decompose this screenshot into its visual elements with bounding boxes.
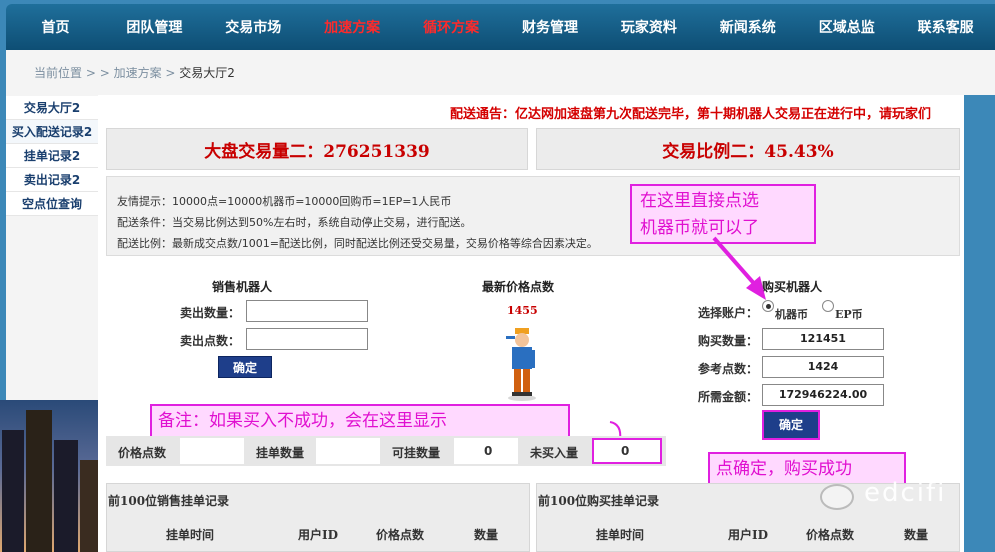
sell-points-input[interactable] xyxy=(246,328,368,350)
buy-col-time: 挂单时间 xyxy=(596,528,645,542)
robot-mascot-icon xyxy=(506,328,536,401)
radio-robot-coin-label: 机器币 xyxy=(775,308,808,321)
callout-note: 备注：如果买入不成功，会在这里显示 xyxy=(150,404,570,438)
pending-qty-cell xyxy=(316,438,380,464)
right-edge-background xyxy=(964,95,995,552)
available-qty-label: 可挂数量 xyxy=(392,446,441,460)
volume-stat: 大盘交易量二：276251339 xyxy=(106,128,528,170)
info-line-2: 配送条件：当交易比例达到50%左右时，系统自动停止交易，进行配送。 xyxy=(117,216,472,229)
amount-label: 所需金额： xyxy=(698,390,759,404)
nav-home[interactable]: 首页 xyxy=(6,17,105,37)
notice-marquee: 配送通告：亿达网加速盘第九次配送完毕，第十期机器人交易正在进行中，请玩家们 xyxy=(450,107,932,122)
account-label: 选择账户： xyxy=(698,306,759,320)
sidebar-item-trade-hall[interactable]: 交易大厅2 xyxy=(6,96,98,120)
sell-title: 销售机器人 xyxy=(212,280,273,294)
sell-points-label: 卖出点数： xyxy=(180,334,241,348)
sell-confirm-button[interactable]: 确定 xyxy=(218,356,272,378)
unbought-qty-value: 0 xyxy=(621,444,630,458)
sell-col-price: 价格点数 xyxy=(376,528,425,542)
breadcrumb-accelerate[interactable]: 加速方案 xyxy=(114,66,162,80)
radio-ep-coin[interactable] xyxy=(822,300,834,312)
info-line-3: 配送比例：最新成交点数/1001=配送比例，同时配送比例还受交易量，交易价格等综… xyxy=(117,237,598,250)
sidebar-item-sell-records[interactable]: 卖出记录2 xyxy=(6,168,98,192)
info-box: 友情提示：10000点=10000机器币=10000回购币=1EP=1人民币 配… xyxy=(106,176,960,256)
breadcrumb-separator: > xyxy=(161,66,180,80)
nav-finance[interactable]: 财务管理 xyxy=(501,17,600,37)
top-nav: 首页 团队管理 交易市场 加速方案 循环方案 财务管理 玩家资料 新闻系统 区域… xyxy=(6,4,995,50)
breadcrumb-current: 交易大厅2 xyxy=(179,66,235,80)
nav-profile[interactable]: 玩家资料 xyxy=(599,17,698,37)
sell-col-time: 挂单时间 xyxy=(166,528,215,542)
buy-col-user: 用户ID xyxy=(728,528,769,542)
nav-market[interactable]: 交易市场 xyxy=(204,17,303,37)
nav-cycle[interactable]: 循环方案 xyxy=(402,17,501,37)
available-qty-value: 0 xyxy=(484,444,493,458)
unbought-qty-label: 未买入量 xyxy=(530,446,579,460)
sell-col-user: 用户ID xyxy=(298,528,339,542)
callout-arrow-icon xyxy=(712,236,766,300)
callout-select-coin-line1: 在这里直接点选 xyxy=(640,191,759,211)
latest-price-value: 1455 xyxy=(507,304,538,317)
ref-points-label: 参考点数： xyxy=(698,362,759,376)
sell-qty-input[interactable] xyxy=(246,300,368,322)
buy-confirm-button[interactable]: 确定 xyxy=(762,410,820,440)
nav-region[interactable]: 区域总监 xyxy=(797,17,896,37)
ratio-stat: 交易比例二：45.43% xyxy=(536,128,960,170)
nav-news[interactable]: 新闻系统 xyxy=(698,17,797,37)
breadcrumb-separator: > > xyxy=(82,66,114,80)
breadcrumb: 当前位置 > > 加速方案 > 交易大厅2 xyxy=(34,64,235,81)
ref-points-input[interactable]: 1424 xyxy=(762,356,884,378)
sell-orders-title: 前100位销售挂单记录 xyxy=(108,494,230,508)
price-points-label: 价格点数 xyxy=(118,446,167,460)
nav-accelerate[interactable]: 加速方案 xyxy=(303,17,402,37)
buy-qty-label: 购买数量： xyxy=(698,334,759,348)
sell-qty-label: 卖出数量： xyxy=(180,306,241,320)
sell-col-qty: 数量 xyxy=(474,528,499,542)
radio-ep-coin-label: EP币 xyxy=(835,308,863,321)
sidebar-item-order-records[interactable]: 挂单记录2 xyxy=(6,144,98,168)
pending-qty-label: 挂单数量 xyxy=(256,446,305,460)
city-background-image xyxy=(0,400,104,552)
buy-orders-title: 前100位购买挂单记录 xyxy=(538,494,660,508)
latest-price-title: 最新价格点数 xyxy=(482,280,555,294)
nav-support[interactable]: 联系客服 xyxy=(896,17,995,37)
price-points-cell xyxy=(180,438,244,464)
breadcrumb-root[interactable]: 当前位置 xyxy=(34,66,82,80)
amount-input[interactable]: 172946224.00 xyxy=(762,384,884,406)
info-line-1: 友情提示：10000点=10000机器币=10000回购币=1EP=1人民币 xyxy=(117,195,452,208)
watermark-text: edcifi xyxy=(864,478,947,508)
sidebar: 交易大厅2 买入配送记录2 挂单记录2 卖出记录2 空点位查询 xyxy=(6,96,98,216)
sidebar-item-buy-records[interactable]: 买入配送记录2 xyxy=(6,120,98,144)
nav-team[interactable]: 团队管理 xyxy=(105,17,204,37)
sidebar-item-empty-query[interactable]: 空点位查询 xyxy=(6,192,98,216)
buy-col-qty: 数量 xyxy=(904,528,929,542)
buy-qty-input[interactable]: 121451 xyxy=(762,328,884,350)
wechat-logo-icon xyxy=(820,484,854,510)
buy-col-price: 价格点数 xyxy=(806,528,855,542)
